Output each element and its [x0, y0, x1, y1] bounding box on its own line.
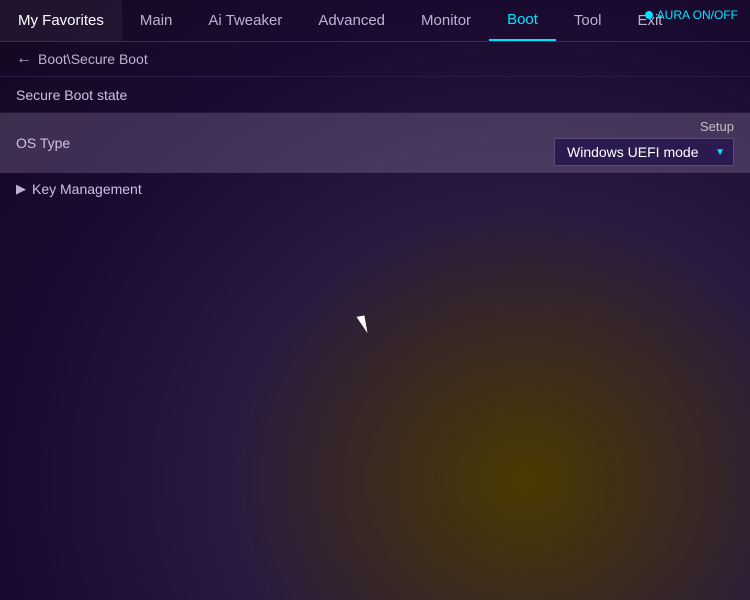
status-indicator: AURA ON/OFF: [645, 8, 738, 22]
content-area: Secure Boot state OS Type Setup Windows …: [0, 77, 750, 205]
secure-boot-state-label: Secure Boot state: [16, 87, 734, 103]
nav-item-monitor[interactable]: Monitor: [403, 0, 489, 41]
key-management-row[interactable]: ▶ Key Management: [0, 173, 750, 205]
os-type-label: OS Type: [16, 135, 554, 151]
status-dot: [645, 11, 653, 19]
nav-item-boot[interactable]: Boot: [489, 0, 556, 41]
nav-item-tool[interactable]: Tool: [556, 0, 620, 41]
breadcrumb-arrow: ←: [16, 50, 32, 68]
secure-boot-state-row: Secure Boot state: [0, 77, 750, 113]
os-type-row[interactable]: OS Type Setup Windows UEFI mode: [0, 113, 750, 173]
status-text: AURA ON/OFF: [657, 8, 738, 22]
key-management-arrow: ▶: [16, 181, 26, 197]
nav-item-my-favorites[interactable]: My Favorites: [0, 0, 122, 41]
key-management-label: Key Management: [32, 181, 142, 197]
nav-bar: My Favorites Main Ai Tweaker Advanced Mo…: [0, 0, 750, 42]
breadcrumb-path: Boot\Secure Boot: [38, 51, 148, 67]
os-type-dropdown[interactable]: Windows UEFI mode: [554, 138, 734, 166]
os-type-value: Windows UEFI mode: [567, 144, 698, 160]
os-type-header: Setup: [700, 119, 734, 134]
nav-item-main[interactable]: Main: [122, 0, 191, 41]
nav-item-ai-tweaker[interactable]: Ai Tweaker: [190, 0, 300, 41]
breadcrumb[interactable]: ← Boot\Secure Boot: [0, 42, 750, 77]
nav-item-advanced[interactable]: Advanced: [300, 0, 403, 41]
